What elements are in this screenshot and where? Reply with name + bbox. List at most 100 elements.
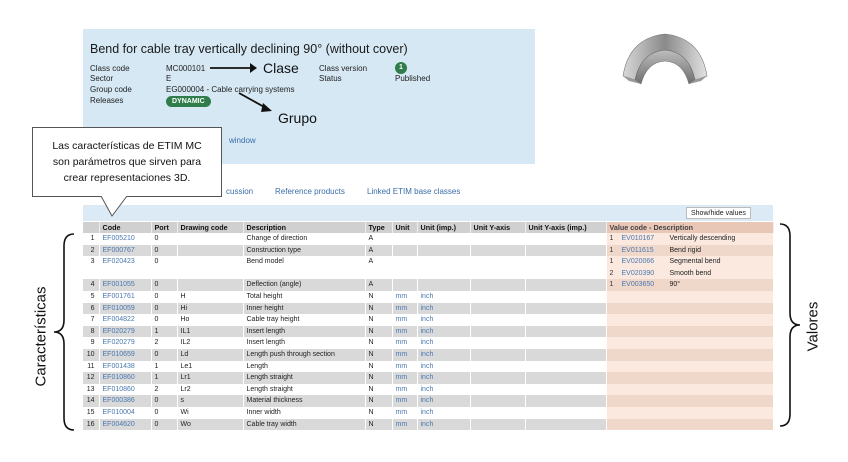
show-hide-values-button[interactable]: Show/hide values bbox=[686, 207, 751, 219]
unit-y-axis-cell bbox=[470, 383, 526, 396]
feature-code-link[interactable]: EF001438 bbox=[99, 360, 152, 373]
feature-code-link[interactable]: EF010004 bbox=[99, 406, 152, 419]
unit-y-axis-imp-cell bbox=[525, 290, 607, 303]
row-number: 3 bbox=[83, 256, 100, 280]
unit-y-axis-cell bbox=[470, 395, 526, 407]
value-code-link[interactable]: EV020066 bbox=[622, 256, 670, 268]
type-cell: A bbox=[365, 279, 393, 291]
type-cell: A bbox=[365, 244, 393, 257]
row-number: 9 bbox=[83, 337, 100, 349]
value-index: 1 bbox=[609, 235, 614, 242]
status-label: Status bbox=[319, 74, 342, 83]
caracteristicas-annotation: Características bbox=[32, 286, 50, 387]
description-cell: Material thickness bbox=[243, 395, 366, 407]
unit-y-axis-imp-cell bbox=[525, 360, 607, 373]
port-cell: 1 bbox=[151, 360, 178, 373]
type-cell: N bbox=[365, 337, 393, 349]
characteristics-bracket bbox=[53, 233, 75, 431]
unit-y-axis-imp-cell bbox=[525, 233, 607, 245]
table-row: 15 EF010004 0 Wi Inner width Nmm inch bbox=[83, 406, 774, 419]
unit-y-axis-cell bbox=[470, 244, 526, 257]
class-version-label: Class version bbox=[319, 64, 368, 73]
drawing-code-cell: Ld bbox=[177, 348, 244, 361]
feature-code-link[interactable]: EF000386 bbox=[99, 395, 152, 407]
drawing-code-cell: IL2 bbox=[177, 337, 244, 349]
row-number: 1 bbox=[83, 233, 100, 245]
unit-y-axis-imp-cell bbox=[525, 337, 607, 349]
grupo-arrow bbox=[238, 92, 272, 112]
unit-imp-cell bbox=[417, 244, 471, 257]
feature-code-link[interactable]: EF010659 bbox=[99, 348, 152, 361]
class-code-label: Class code bbox=[90, 64, 130, 73]
feature-code-link[interactable]: EF020279 bbox=[99, 325, 152, 338]
feature-code-link[interactable]: EF005210 bbox=[99, 233, 152, 245]
column-header-value-code: Value code - Description bbox=[606, 222, 774, 233]
table-row: 11 EF001438 1 Le1 Length Nmm inch bbox=[83, 360, 774, 373]
callout-box: Las características de ETIM MC son parám… bbox=[32, 127, 222, 197]
feature-code-link[interactable]: EF020423 bbox=[99, 256, 152, 280]
unit-imp-cell: inch bbox=[417, 302, 471, 315]
port-cell: 0 bbox=[151, 406, 178, 419]
unit-cell: mm bbox=[392, 290, 418, 303]
feature-code-link[interactable]: EF001761 bbox=[99, 290, 152, 303]
unit-imp-cell: inch bbox=[417, 290, 471, 303]
feature-code-link[interactable]: EF004620 bbox=[99, 418, 152, 431]
port-cell: 0 bbox=[151, 279, 178, 291]
table-row: 2 EF000767 0 Construction type A 1 EV011615 Ben… bbox=[83, 244, 774, 257]
value-code-link[interactable]: EV011615 bbox=[622, 245, 670, 257]
unit-cell bbox=[392, 256, 418, 280]
feature-code-link[interactable]: EF010860 bbox=[99, 372, 152, 384]
unit-y-axis-cell bbox=[470, 360, 526, 373]
status-value: Published bbox=[395, 74, 431, 83]
feature-code-link[interactable]: EF000767 bbox=[99, 244, 152, 257]
column-header-drawing-code: Drawing code bbox=[177, 222, 244, 233]
description-cell: Construction type bbox=[243, 244, 366, 257]
valores-annotation: Valores bbox=[804, 301, 822, 352]
tab-linked-etim-base-classes[interactable]: Linked ETIM base classes bbox=[367, 187, 460, 196]
table-header-row: Code Port Drawing code Description Type … bbox=[83, 222, 774, 233]
row-number: 14 bbox=[83, 395, 100, 407]
feature-code-link[interactable]: EF020279 bbox=[99, 337, 152, 349]
value-code-link[interactable]: EV010167 bbox=[622, 233, 670, 245]
port-cell: 0 bbox=[151, 290, 178, 303]
unit-y-axis-imp-cell bbox=[525, 372, 607, 384]
value-description: Smooth bend bbox=[669, 269, 712, 277]
drawing-code-cell bbox=[177, 279, 244, 291]
row-number: 15 bbox=[83, 406, 100, 419]
unit-cell: mm bbox=[392, 314, 418, 326]
unit-cell: mm bbox=[392, 325, 418, 338]
value-index: 1 bbox=[609, 246, 614, 254]
value-entry: 1 EV010167 Vertically descending bbox=[610, 233, 770, 245]
unit-imp-cell: inch bbox=[417, 314, 471, 326]
grupo-annotation: Grupo bbox=[278, 110, 317, 126]
value-code-cell: 1 EV020066 Segmental bend 2 EV020390 Smooth b… bbox=[606, 256, 774, 280]
unit-cell: mm bbox=[392, 360, 418, 373]
row-number: 4 bbox=[83, 279, 100, 291]
drawing-code-cell bbox=[177, 256, 244, 280]
unit-imp-cell: inch bbox=[417, 325, 471, 338]
value-code-cell bbox=[606, 337, 774, 349]
type-cell: N bbox=[365, 418, 393, 431]
description-cell: Length straight bbox=[243, 372, 366, 384]
feature-code-link[interactable]: EF010860 bbox=[99, 383, 152, 396]
row-number: 11 bbox=[83, 360, 100, 373]
value-code-link[interactable]: EV020390 bbox=[622, 268, 670, 280]
value-code-link[interactable]: EV003650 bbox=[622, 279, 670, 291]
tab-discussion[interactable]: cussion bbox=[226, 187, 253, 196]
feature-code-link[interactable]: EF004822 bbox=[99, 314, 152, 326]
feature-code-link[interactable]: EF001055 bbox=[99, 279, 152, 291]
feature-code-link[interactable]: EF010059 bbox=[99, 302, 152, 315]
window-link[interactable]: window bbox=[229, 136, 256, 145]
table-row: 4 EF001055 0 Deflection (angle) A 1 EV003650 90… bbox=[83, 279, 774, 291]
type-cell: N bbox=[365, 395, 393, 407]
description-cell: Length bbox=[243, 360, 366, 373]
row-number: 7 bbox=[83, 314, 100, 326]
unit-y-axis-cell bbox=[470, 233, 526, 245]
type-cell: N bbox=[365, 360, 393, 373]
type-cell: N bbox=[365, 325, 393, 338]
characteristics-table: Code Port Drawing code Description Type … bbox=[83, 222, 774, 431]
table-row: 8 EF020279 1 IL1 Insert length Nmm inch bbox=[83, 325, 774, 338]
tab-reference-products[interactable]: Reference products bbox=[275, 187, 345, 196]
drawing-code-cell: Wi bbox=[177, 406, 244, 419]
callout-line: crear representaciones 3D. bbox=[63, 172, 191, 184]
